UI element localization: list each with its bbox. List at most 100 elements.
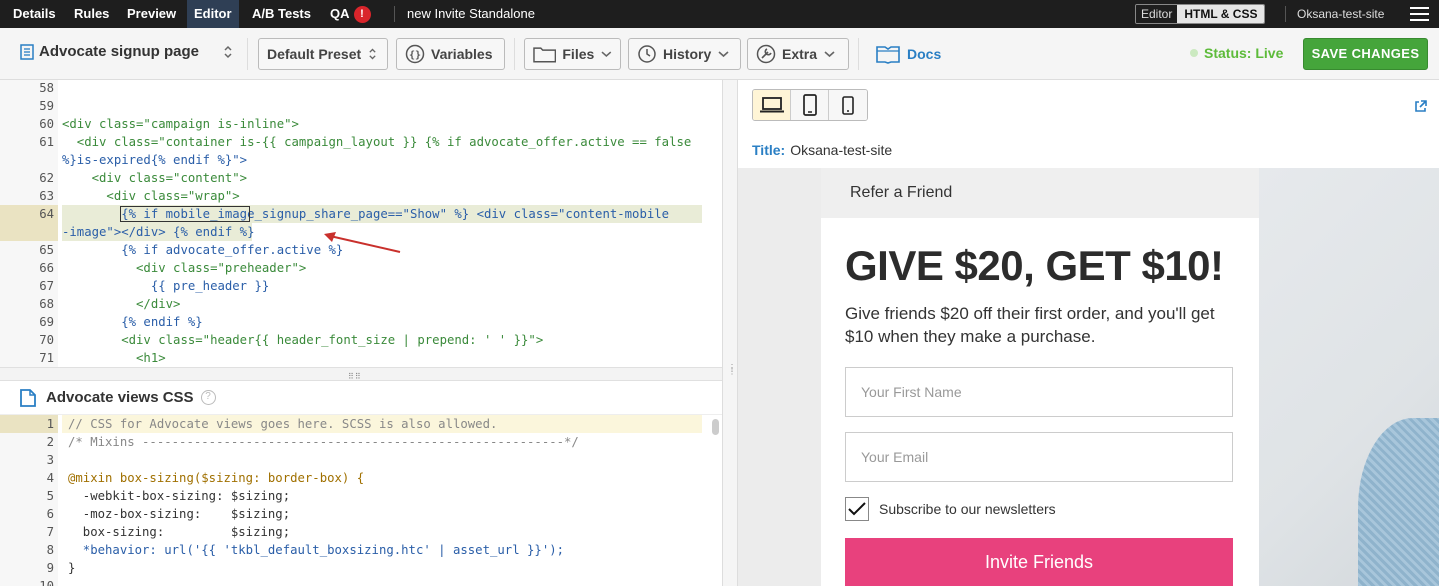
line-number: 8 xyxy=(46,543,54,557)
braces-icon: {} xyxy=(405,44,425,64)
variables-label: Variables xyxy=(431,46,493,62)
hamburger-menu-icon[interactable] xyxy=(1410,7,1429,21)
code-text: {% if advocate_offer.active %} xyxy=(62,243,344,257)
toolbar-divider xyxy=(858,38,859,70)
history-menu[interactable]: History xyxy=(628,38,741,70)
save-changes-button[interactable]: SAVE CHANGES xyxy=(1303,38,1428,70)
nav-tab-rules[interactable]: Rules xyxy=(67,0,116,28)
status-label: Status: Live xyxy=(1204,45,1284,61)
mobile-view-button[interactable] xyxy=(829,90,867,120)
line-number: 67 xyxy=(39,279,54,293)
phone-icon xyxy=(842,95,854,115)
tablet-icon xyxy=(802,94,817,116)
chevron-down-icon xyxy=(601,51,612,57)
history-label: History xyxy=(663,46,712,62)
line-number: 59 xyxy=(39,99,54,113)
line-number: 69 xyxy=(39,315,54,329)
code-text: <div class="header{{ header_font_size | … xyxy=(62,333,544,347)
wrench-icon xyxy=(756,44,776,64)
preset-select[interactable]: Default Preset xyxy=(258,38,388,70)
code-text: <div class="container is-{{ campaign_lay… xyxy=(62,135,692,149)
code-line: 10 xyxy=(0,577,710,586)
email-field[interactable]: Your Email xyxy=(845,432,1233,482)
editor-scrollbar-thumb[interactable] xyxy=(712,419,719,435)
referral-card: Refer a Friend GIVE $20, GET $10! Give f… xyxy=(821,168,1259,586)
device-switcher[interactable] xyxy=(752,89,868,121)
nav-divider xyxy=(394,6,395,22)
line-number: 62 xyxy=(39,171,54,185)
line-number: 63 xyxy=(39,189,54,203)
chevron-down-icon xyxy=(718,51,729,58)
line-number: 61 xyxy=(39,135,54,149)
code-text: <div class="preheader"> xyxy=(62,261,307,275)
site-name[interactable]: Oksana-test-site xyxy=(1297,0,1384,28)
up-down-chevron-icon xyxy=(224,45,232,58)
nav-tab-qa-label: QA xyxy=(330,6,350,21)
code-line: 67 {{ pre_header }} xyxy=(0,277,710,295)
css-panel-header: Advocate views CSS ? xyxy=(0,381,722,415)
preview-canvas: Refer a Friend GIVE $20, GET $10! Give f… xyxy=(738,168,1439,586)
vertical-splitter-handle[interactable]: ⋮ ⋮ xyxy=(722,80,738,586)
code-text: box-sizing: $sizing; xyxy=(68,525,291,539)
person-shirt-image xyxy=(1358,418,1439,586)
css-code-editor[interactable]: 1 // CSS for Advocate views goes here. SC… xyxy=(0,415,722,586)
extra-menu[interactable]: Extra xyxy=(747,38,849,70)
code-line: 70 <div class="header{{ header_font_size… xyxy=(0,331,710,349)
line-number: 7 xyxy=(46,525,54,539)
help-icon[interactable]: ? xyxy=(200,390,216,405)
nav-tab-ab-tests[interactable]: A/B Tests xyxy=(245,0,318,28)
code-line: 4 @mixin box-sizing($sizing: border-box) … xyxy=(0,469,710,487)
code-text: </div> xyxy=(62,297,181,311)
line-number: 68 xyxy=(39,297,54,311)
code-text: %}is-expired{% endif %}"> xyxy=(62,153,248,167)
code-line: 69 {% endif %} xyxy=(0,313,710,331)
subscribe-checkbox-row[interactable]: Subscribe to our newsletters xyxy=(845,497,1056,521)
annotation-arrow-icon xyxy=(324,232,401,253)
title-value: Oksana-test-site xyxy=(790,142,893,158)
invite-friends-button[interactable]: Invite Friends xyxy=(845,538,1233,586)
code-line-active: 1 // CSS for Advocate views goes here. SC… xyxy=(0,415,710,433)
nav-tab-preview[interactable]: Preview xyxy=(120,0,183,28)
files-menu[interactable]: Files xyxy=(524,38,621,70)
first-name-field[interactable]: Your First Name xyxy=(845,367,1233,417)
code-line: 5 -webkit-box-sizing: $sizing; xyxy=(0,487,710,505)
status-dot-icon xyxy=(1190,49,1198,57)
code-text: {{ pre_header }} xyxy=(62,279,270,293)
code-text: @mixin box-sizing($sizing: border-box) { xyxy=(68,471,365,485)
code-lines: 58 59 60 <div class="campaign is-inline">… xyxy=(0,80,710,367)
code-line: 68 </div> xyxy=(0,295,710,313)
code-text: {% endif %} xyxy=(62,315,203,329)
line-number: 2 xyxy=(46,435,54,449)
code-text: *behavior: url('{{ 'tkbl_default_boxsizi… xyxy=(68,543,565,557)
line-number: 70 xyxy=(39,333,54,347)
preset-select-label: Default Preset xyxy=(267,46,362,62)
preview-pane: Title: Oksana-test-site Refer a Friend GI… xyxy=(738,80,1439,586)
line-number: 65 xyxy=(39,243,54,257)
background-photo xyxy=(1258,168,1439,586)
code-text: <div class="campaign is-inline"> xyxy=(62,117,299,131)
nav-tab-details[interactable]: Details xyxy=(6,0,63,28)
subscribe-checkbox[interactable] xyxy=(845,497,869,521)
css-panel-title: Advocate views CSS xyxy=(46,389,194,406)
docs-label: Docs xyxy=(907,46,942,62)
mode-html-css-option[interactable]: HTML & CSS xyxy=(1177,5,1265,23)
code-line: 62 <div class="content"> xyxy=(0,169,710,187)
top-navigation-bar: Details Rules Preview Editor A/B Tests Q… xyxy=(0,0,1439,28)
desktop-view-button[interactable] xyxy=(753,90,791,120)
code-line: 61 <div class="container is-{{ campaign_… xyxy=(0,133,710,151)
line-number: 1 xyxy=(46,417,54,431)
nav-tab-qa[interactable]: QA! xyxy=(323,0,378,28)
editor-splitter-handle[interactable]: ⠿⠿ xyxy=(0,367,722,381)
code-text: } xyxy=(68,561,76,575)
code-line: 66 <div class="preheader"> xyxy=(0,259,710,277)
history-clock-icon xyxy=(638,45,656,63)
html-code-editor[interactable]: 58 59 60 <div class="campaign is-inline">… xyxy=(0,80,710,367)
page-selector[interactable]: Advocate signup page xyxy=(20,43,238,60)
mode-editor-option[interactable]: Editor xyxy=(1136,5,1178,23)
variables-button[interactable]: {} Variables xyxy=(396,38,505,70)
nav-tab-editor[interactable]: Editor xyxy=(187,0,239,28)
mode-toggle[interactable]: Editor HTML & CSS xyxy=(1135,4,1266,24)
tablet-view-button[interactable] xyxy=(791,90,829,120)
external-link-icon[interactable] xyxy=(1414,100,1427,113)
docs-link[interactable]: Docs xyxy=(876,44,941,64)
